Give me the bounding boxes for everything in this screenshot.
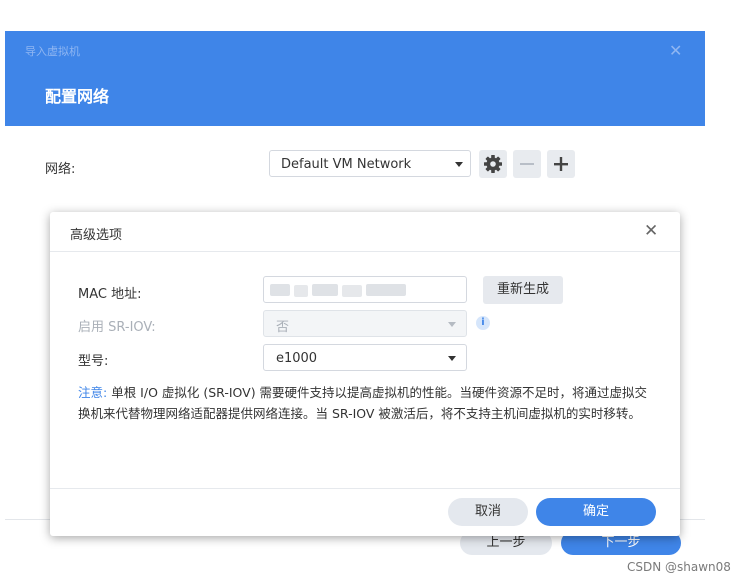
mac-address-input[interactable] [263, 276, 467, 303]
minus-icon [520, 163, 534, 165]
chevron-down-icon [448, 322, 456, 327]
network-label: 网络: [45, 162, 76, 177]
sriov-label: 启用 SR-IOV: [78, 320, 156, 335]
network-select-value: Default VM Network [281, 157, 412, 172]
chevron-down-icon [448, 356, 456, 361]
info-icon[interactable]: i [476, 316, 490, 330]
dialog-header-divider [50, 251, 680, 252]
model-select-value: e1000 [276, 351, 318, 366]
dialog-title: 高级选项 [70, 228, 123, 243]
wizard-title: 导入虚拟机 [25, 45, 80, 58]
watermark: CSDN @shawn08 [627, 560, 731, 574]
gear-icon [484, 155, 502, 173]
model-label: 型号: [78, 354, 109, 369]
sriov-select-value: 否 [276, 320, 290, 335]
sriov-select: 否 [263, 310, 467, 337]
mac-redacted-block [270, 284, 290, 296]
advanced-options-dialog: 高级选项 ✕ MAC 地址: 重新生成 启用 SR-IOV: 否 i 型号: e… [50, 212, 680, 536]
network-settings-button[interactable] [479, 150, 507, 178]
sriov-note: 注意: 单根 I/O 虚拟化 (SR-IOV) 需要硬件支持以提高虚拟机的性能。… [78, 382, 658, 424]
chevron-down-icon [455, 162, 463, 167]
mac-redacted-block [342, 285, 362, 297]
mac-redacted-block [366, 284, 406, 296]
regenerate-button[interactable]: 重新生成 [483, 276, 563, 304]
ok-button[interactable]: 确定 [536, 498, 656, 526]
wizard-step-title: 配置网络 [45, 87, 110, 106]
wizard-close-icon[interactable]: ✕ [669, 41, 682, 60]
mac-redacted-block [294, 285, 308, 297]
note-text: 单根 I/O 虚拟化 (SR-IOV) 需要硬件支持以提高虚拟机的性能。当硬件资… [78, 385, 648, 421]
dialog-footer-divider [50, 488, 680, 489]
cancel-button[interactable]: 取消 [448, 498, 528, 526]
plus-icon [554, 157, 568, 171]
note-prefix: 注意: [78, 385, 108, 400]
model-select[interactable]: e1000 [263, 344, 467, 371]
network-select[interactable]: Default VM Network [269, 150, 471, 177]
close-icon[interactable]: ✕ [644, 221, 658, 241]
wizard-header: 导入虚拟机 ✕ 配置网络 [5, 31, 705, 126]
mac-redacted-block [312, 284, 338, 296]
mac-address-label: MAC 地址: [78, 287, 142, 302]
add-network-button[interactable] [547, 150, 575, 178]
remove-network-button[interactable] [513, 150, 541, 178]
